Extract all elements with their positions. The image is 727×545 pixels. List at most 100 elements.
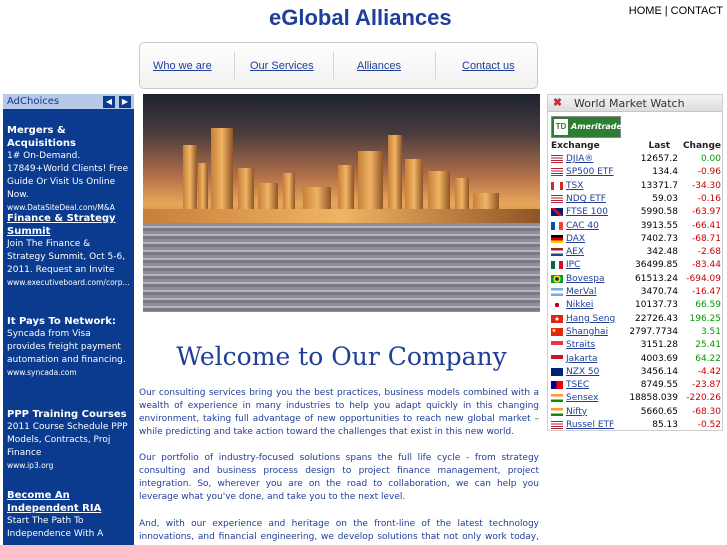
exchange-link[interactable]: Nikkei — [566, 300, 593, 310]
change-value: -63.97 — [691, 207, 721, 218]
exchange-link[interactable]: Nifty — [566, 407, 587, 417]
ad-url[interactable]: www.ip3.org — [7, 460, 131, 472]
country-flag-icon — [551, 155, 563, 163]
market-watch-title: World Market Watch — [574, 97, 685, 110]
nav-alliances[interactable]: Alliances — [357, 60, 401, 72]
market-row: CAC 40 3913.55 -66.41 — [548, 220, 724, 233]
ad-url[interactable]: www.executiveboard.com/corp... — [7, 277, 131, 289]
last-value: 2797.7734 — [629, 326, 678, 337]
market-row: TSEC 8749.55 -23.87 — [548, 379, 724, 392]
last-value: 3456.14 — [640, 366, 678, 377]
last-value: 7402.73 — [640, 233, 678, 244]
exchange-link[interactable]: Jakarta — [566, 354, 597, 364]
ad-title[interactable]: Finance & Strategy Summit — [7, 212, 131, 238]
market-row: Shanghai 2797.7734 3.51 — [548, 326, 724, 339]
change-value: -220.26 — [686, 393, 721, 404]
exchange-link[interactable]: Hang Seng — [566, 314, 615, 324]
market-row: IPC 36499.85 -83.44 — [548, 259, 724, 272]
exchange-link[interactable]: MerVal — [566, 287, 596, 297]
exchange-link[interactable]: Russel ETF — [566, 420, 614, 430]
last-value: 13371.7 — [640, 180, 678, 191]
change-value: -68.30 — [691, 406, 721, 417]
ad-title[interactable]: It Pays To Network: — [7, 315, 131, 328]
last-value: 61513.24 — [635, 273, 678, 284]
ad-url[interactable]: www.syncada.com — [7, 367, 131, 379]
ad-title[interactable]: Mergers & Acquisitions — [7, 124, 131, 150]
market-row: NDQ ETF 59.03 -0.16 — [548, 193, 724, 206]
market-row: Nikkei 10137.73 66.59 — [548, 299, 724, 312]
nav-contact-us[interactable]: Contact us — [462, 60, 515, 72]
ad-prev-icon[interactable]: ◀ — [103, 96, 115, 108]
exchange-link[interactable]: AEX — [566, 247, 584, 257]
exchange-link[interactable]: IPC — [566, 260, 580, 270]
ad-item[interactable]: It Pays To Network: Syncada from Visa pr… — [7, 315, 131, 379]
home-link[interactable]: HOME — [629, 5, 662, 17]
welcome-heading: Welcome to Our Company — [176, 342, 507, 371]
change-value: -83.44 — [691, 260, 721, 271]
nav-who-we-are[interactable]: Who we are — [153, 60, 212, 72]
td-ameritrade-logo[interactable]: TD Ameritrade — [551, 116, 622, 138]
ad-next-icon[interactable]: ▶ — [119, 96, 131, 108]
exchange-link[interactable]: CAC 40 — [566, 221, 599, 231]
ad-title[interactable]: Become An Independent RIA — [7, 489, 131, 515]
change-value: -66.41 — [691, 220, 721, 231]
market-row: Bovespa 61513.24 -694.09 — [548, 273, 724, 286]
country-flag-icon — [551, 354, 563, 363]
market-row: TSX 13371.7 -34.30 — [548, 180, 724, 193]
country-flag-icon — [551, 367, 563, 376]
market-row: Jakarta 4003.69 64.22 — [548, 353, 724, 366]
exchange-link[interactable]: TSX — [566, 181, 583, 191]
exchange-link[interactable]: SP500 ETF — [566, 167, 614, 177]
change-value: 25.41 — [695, 340, 721, 351]
portfolio-paragraph: Our portfolio of industry-focused soluti… — [139, 453, 539, 502]
close-icon[interactable]: ✖ — [551, 97, 564, 110]
last-value: 59.03 — [652, 193, 678, 204]
market-row: AEX 342.48 -2.68 — [548, 246, 724, 259]
country-flag-icon — [551, 394, 563, 403]
country-flag-icon — [551, 208, 563, 217]
nav-divider — [234, 51, 235, 81]
ad-column: AdChoices ◀ ▶ Mergers & Acquisitions 1# … — [3, 94, 134, 545]
ad-item[interactable]: Mergers & Acquisitions 1# On-Demand. 178… — [7, 124, 131, 214]
country-flag-icon — [551, 314, 563, 323]
ad-item[interactable]: Become An Independent RIA Start The Path… — [7, 489, 131, 541]
change-value: 66.59 — [695, 300, 721, 311]
country-flag-icon — [551, 421, 563, 429]
ad-item[interactable]: Finance & Strategy Summit Join The Finan… — [7, 212, 131, 289]
nav-our-services[interactable]: Our Services — [250, 60, 314, 72]
country-flag-icon — [551, 168, 563, 177]
last-value: 5990.58 — [640, 207, 678, 218]
market-watch-header: ✖ World Market Watch — [548, 95, 722, 112]
ad-item[interactable]: PPP Training Courses 2011 Course Schedul… — [7, 408, 131, 472]
site-title: eGlobal Alliances — [269, 5, 452, 30]
last-value: 3913.55 — [640, 220, 678, 231]
market-row: Hang Seng 22726.43 196.25 — [548, 313, 724, 326]
hero-skyline-image — [143, 94, 540, 312]
exchange-link[interactable]: Straits — [566, 340, 595, 350]
country-flag-icon — [551, 248, 563, 257]
exchange-link[interactable]: DJIA® — [566, 154, 593, 164]
market-row: DAX 7402.73 -68.71 — [548, 233, 724, 246]
exchange-link[interactable]: NZX 50 — [566, 367, 599, 377]
last-value: 18858.039 — [629, 393, 678, 404]
exchange-link[interactable]: Bovespa — [566, 274, 604, 284]
td-logo-name: Ameritrade — [571, 122, 622, 131]
nav-divider — [435, 51, 436, 81]
exchange-link[interactable]: Shanghai — [566, 327, 608, 337]
country-flag-icon — [551, 181, 563, 190]
contact-link[interactable]: CONTACT — [671, 5, 723, 17]
exchange-link[interactable]: Sensex — [566, 393, 598, 403]
exchange-link[interactable]: TSEC — [566, 380, 589, 390]
exchange-link[interactable]: DAX — [566, 234, 585, 244]
main-nav: Who we are Our Services Alliances Contac… — [139, 42, 538, 89]
exchange-link[interactable]: NDQ ETF — [566, 194, 606, 204]
exchange-link[interactable]: FTSE 100 — [566, 207, 608, 217]
ad-header: AdChoices ◀ ▶ — [3, 94, 134, 109]
ad-choices-label[interactable]: AdChoices — [7, 96, 59, 107]
ad-text: Start The Path To Independence With A — [7, 516, 104, 539]
skyline-water — [143, 223, 540, 312]
last-value: 10137.73 — [635, 300, 678, 311]
ad-title[interactable]: PPP Training Courses — [7, 408, 131, 421]
skyline-shoreline — [143, 209, 540, 223]
change-value: -0.52 — [697, 420, 721, 430]
